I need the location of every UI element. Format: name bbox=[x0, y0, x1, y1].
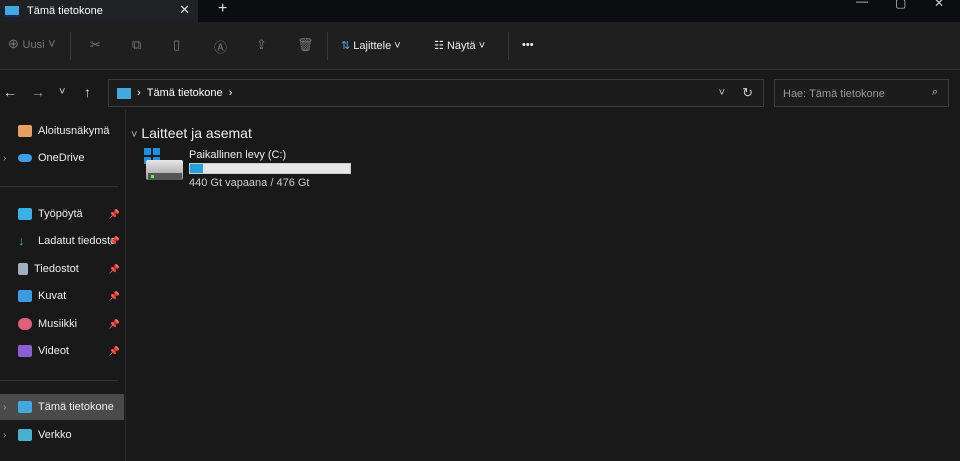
collapse-chevron-icon[interactable]: ˅ bbox=[131, 129, 137, 141]
new-button[interactable]: ⊕ Uusi ˅ bbox=[8, 36, 56, 52]
drive-space: 440 Gt vapaana / 476 Gt bbox=[189, 177, 310, 189]
view-icon: ☷ bbox=[434, 40, 444, 52]
navigation-pane: Aloitusnäkymä › OneDrive Työpöytä 📌 ↓ Ladat… bbox=[0, 110, 126, 461]
share-icon[interactable]: ⇪ bbox=[256, 37, 267, 53]
label: Kuvat bbox=[38, 290, 67, 302]
address-dropdown-icon[interactable]: ˅ bbox=[719, 87, 725, 99]
search-input[interactable]: Hae: Tämä tietokone ⌕ bbox=[774, 79, 949, 107]
recent-chevron-icon[interactable]: ˅ bbox=[59, 86, 65, 98]
rename-icon[interactable]: Ⓐ bbox=[214, 37, 227, 56]
label: OneDrive bbox=[38, 152, 85, 164]
music-icon bbox=[18, 318, 32, 330]
label: Musiikki bbox=[38, 318, 78, 330]
label: Työpöytä bbox=[38, 208, 83, 220]
delete-icon[interactable]: 🗑 bbox=[297, 37, 314, 53]
network-icon bbox=[18, 429, 32, 441]
label: Tiedostot bbox=[34, 263, 79, 275]
breadcrumb-chevron[interactable]: › bbox=[223, 87, 233, 99]
document-icon bbox=[18, 263, 28, 275]
title-bar: Tämä tietokone ✕ + — ▢ ✕ bbox=[0, 0, 960, 22]
sidebar-item-desktop[interactable]: Työpöytä 📌 bbox=[0, 201, 124, 227]
label: Videot bbox=[38, 345, 69, 357]
breadcrumb-this-pc[interactable]: Tämä tietokone bbox=[147, 87, 223, 99]
pin-icon[interactable]: 📌 bbox=[109, 346, 120, 357]
tab-title: Tämä tietokone bbox=[27, 5, 103, 17]
drive-usage-fill bbox=[190, 164, 203, 173]
monitor-icon bbox=[117, 87, 131, 99]
sidebar-item-pictures[interactable]: Kuvat 📌 bbox=[0, 283, 124, 309]
back-icon[interactable]: ← bbox=[3, 84, 17, 100]
sidebar-item-downloads[interactable]: ↓ Ladatut tiedostot 📌 bbox=[0, 228, 124, 254]
view-button[interactable]: ☷ Näytä ˅ bbox=[434, 39, 485, 52]
forward-icon[interactable]: → bbox=[31, 84, 45, 100]
video-icon bbox=[18, 345, 32, 357]
command-bar: ⊕ Uusi ˅ ✂ ⧉ ▯ Ⓐ ⇪ 🗑 ⇅ Lajittele ˅ ☷ Näy… bbox=[0, 22, 960, 70]
download-icon: ↓ bbox=[18, 233, 25, 248]
sidebar-item-onedrive[interactable]: › OneDrive bbox=[0, 145, 124, 171]
search-icon: ⌕ bbox=[931, 86, 938, 98]
sidebar-item-home[interactable]: Aloitusnäkymä bbox=[0, 118, 124, 144]
search-placeholder: Hae: Tämä tietokone bbox=[783, 88, 885, 100]
monitor-icon bbox=[5, 5, 19, 17]
minimize-button[interactable]: — bbox=[856, 0, 868, 8]
sidebar-item-documents[interactable]: Tiedostot 📌 bbox=[0, 256, 124, 282]
group-title: Laitteet ja asemat bbox=[141, 125, 252, 141]
up-icon[interactable]: ↑ bbox=[84, 84, 91, 100]
home-icon bbox=[18, 125, 32, 137]
close-tab-icon[interactable]: ✕ bbox=[179, 2, 190, 18]
more-options-button[interactable]: ••• bbox=[522, 39, 534, 51]
drive-usage-bar bbox=[189, 163, 351, 174]
close-window-button[interactable]: ✕ bbox=[934, 0, 944, 10]
pictures-icon bbox=[18, 290, 32, 302]
monitor-icon bbox=[18, 401, 32, 413]
cloud-icon bbox=[18, 154, 32, 162]
sidebar-item-network[interactable]: › Verkko bbox=[0, 422, 124, 448]
pin-icon[interactable]: 📌 bbox=[109, 236, 120, 247]
copy-icon[interactable]: ⧉ bbox=[132, 37, 141, 53]
desktop-icon bbox=[18, 208, 32, 220]
sidebar-item-music[interactable]: Musiikki 📌 bbox=[0, 311, 124, 337]
paste-icon[interactable]: ▯ bbox=[173, 37, 180, 53]
sort-icon: ⇅ bbox=[341, 40, 351, 52]
cut-icon[interactable]: ✂ bbox=[90, 37, 101, 53]
label: Verkko bbox=[38, 429, 72, 441]
label: Tämä tietokone bbox=[38, 401, 114, 413]
pin-icon[interactable]: 📌 bbox=[109, 264, 120, 275]
pin-icon[interactable]: 📌 bbox=[109, 291, 120, 302]
pin-icon[interactable]: 📌 bbox=[109, 209, 120, 220]
breadcrumb-separator: › bbox=[137, 87, 147, 99]
address-bar[interactable]: › Tämä tietokone › ˅ ↻ bbox=[108, 79, 764, 107]
group-header-devices[interactable]: ˅ Laitteet ja asemat bbox=[131, 125, 252, 141]
tab-this-pc[interactable]: Tämä tietokone ✕ bbox=[0, 0, 198, 22]
sort-button[interactable]: ⇅ Lajittele ˅ bbox=[341, 39, 401, 52]
sidebar-item-videos[interactable]: Videot 📌 bbox=[0, 338, 124, 364]
expand-chevron-icon[interactable]: › bbox=[3, 153, 6, 164]
drive-name: Paikallinen levy (C:) bbox=[189, 149, 287, 161]
label: Aloitusnäkymä bbox=[38, 125, 110, 137]
pin-icon[interactable]: 📌 bbox=[109, 319, 120, 330]
expand-chevron-icon[interactable]: › bbox=[3, 430, 6, 441]
maximize-button[interactable]: ▢ bbox=[895, 0, 906, 10]
sidebar-item-this-pc[interactable]: › Tämä tietokone bbox=[0, 394, 124, 420]
label: Ladatut tiedostot bbox=[38, 235, 116, 247]
refresh-icon[interactable]: ↻ bbox=[742, 85, 753, 101]
new-tab-button[interactable]: + bbox=[218, 0, 227, 18]
expand-chevron-icon[interactable]: › bbox=[3, 402, 6, 413]
